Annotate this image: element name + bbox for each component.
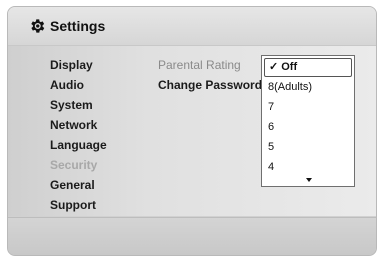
submenu-item-change-password[interactable]: Change Password: [158, 75, 262, 95]
settings-window: Settings Display Audio System Network La…: [7, 6, 377, 256]
header-bar: Settings: [8, 7, 376, 46]
dropdown-option[interactable]: 4: [262, 157, 354, 177]
dropdown-option[interactable]: 8(Adults): [262, 77, 354, 97]
sidebar-item-support[interactable]: Support: [50, 195, 107, 215]
settings-panel: Display Audio System Network Language Se…: [8, 46, 376, 216]
page-title: Settings: [28, 17, 105, 35]
parental-rating-dropdown[interactable]: ✓ Off 8(Adults) 7 6 5 4: [261, 55, 355, 187]
page-title-text: Settings: [50, 18, 106, 34]
sidebar-item-audio[interactable]: Audio: [50, 75, 107, 95]
sidebar-menu: Display Audio System Network Language Se…: [50, 55, 107, 215]
submenu-item-parental-rating[interactable]: Parental Rating: [158, 55, 262, 75]
sidebar-item-security[interactable]: Security: [50, 155, 107, 175]
dropdown-option-label: Off: [281, 61, 298, 73]
sidebar-item-network[interactable]: Network: [50, 115, 107, 135]
sidebar-item-language[interactable]: Language: [50, 135, 107, 155]
sidebar-item-general[interactable]: General: [50, 175, 107, 195]
arrow-down-icon[interactable]: [306, 178, 312, 182]
security-submenu: Parental Rating Change Password: [158, 55, 262, 95]
dropdown-option-selected[interactable]: ✓ Off: [264, 58, 352, 77]
check-icon: ✓: [269, 61, 279, 73]
gear-icon: [28, 17, 46, 35]
dropdown-option[interactable]: 6: [262, 117, 354, 137]
footer-bar: [8, 217, 376, 255]
dropdown-option[interactable]: 7: [262, 97, 354, 117]
sidebar-item-system[interactable]: System: [50, 95, 107, 115]
dropdown-option[interactable]: 5: [262, 137, 354, 157]
sidebar-item-display[interactable]: Display: [50, 55, 107, 75]
